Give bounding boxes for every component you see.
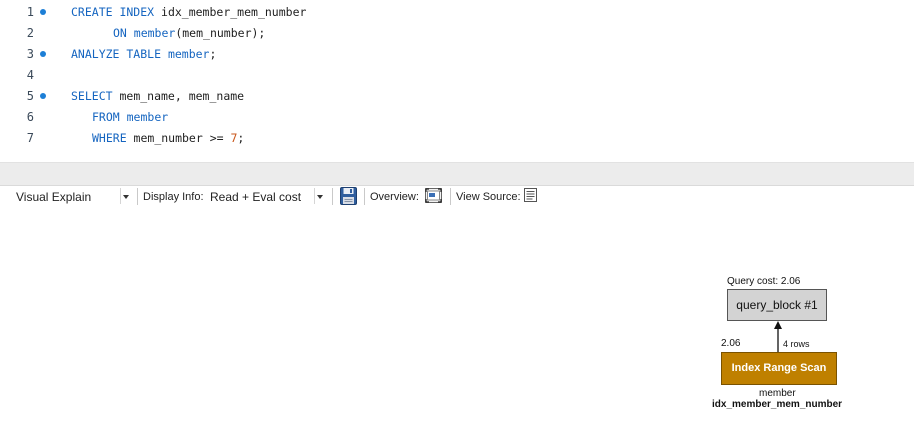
sql-keyword: ON: [113, 26, 134, 40]
code-text: SELECT mem_name, mem_name: [71, 86, 244, 107]
display-info-label: Display Info:: [143, 191, 204, 203]
code-line-3[interactable]: 3 ANALYZE TABLE member;: [0, 44, 914, 65]
view-mode-select[interactable]: Visual Explain: [16, 189, 91, 205]
sql-keyword: member: [133, 26, 176, 40]
line-number: 5: [26, 89, 34, 103]
sql-keyword: FROM: [92, 110, 127, 124]
line-number: 3: [26, 47, 34, 61]
code-text: ON member(mem_number);: [113, 23, 265, 44]
code-line-7[interactable]: 7 WHERE mem_number >= 7;: [0, 128, 914, 149]
edge-cost-label: 2.06: [721, 338, 741, 349]
toolbar-separator: [137, 188, 138, 205]
code-text: FROM member: [92, 107, 168, 128]
sql-keyword: CREATE INDEX: [71, 5, 162, 19]
overview-icon[interactable]: [425, 188, 442, 206]
line-number: 2: [26, 26, 34, 40]
edge-rows-label: 4 rows: [783, 339, 810, 349]
toolbar-separator: [450, 188, 451, 205]
line-number: 4: [26, 68, 34, 82]
overview-label: Overview:: [370, 191, 419, 203]
line-number: 1: [26, 5, 34, 19]
code-text: WHERE mem_number >= 7;: [92, 128, 244, 149]
display-info-select[interactable]: Read + Eval cost: [210, 189, 301, 205]
toolbar-separator: [332, 188, 333, 205]
code-line-6[interactable]: 6 FROM member: [0, 107, 914, 128]
statement-marker-icon: [40, 93, 46, 99]
sql-text: mem_name, mem_name: [119, 89, 245, 103]
toolbar-separator: [364, 188, 365, 205]
chevron-down-icon: [317, 195, 323, 199]
sql-text: ;: [237, 131, 245, 145]
sql-editor[interactable]: 1 CREATE INDEX idx_member_mem_number 2 O…: [0, 0, 914, 162]
view-source-icon[interactable]: [524, 188, 537, 205]
code-line-5[interactable]: 5 SELECT mem_name, mem_name: [0, 86, 914, 107]
index-name-label: idx_member_mem_number: [712, 399, 843, 410]
sql-keyword: WHERE: [92, 131, 134, 145]
line-number: 7: [26, 131, 34, 145]
sql-keyword: member: [167, 47, 210, 61]
code-line-1[interactable]: 1 CREATE INDEX idx_member_mem_number: [0, 2, 914, 23]
code-text: CREATE INDEX idx_member_mem_number: [71, 2, 306, 23]
code-line-2[interactable]: 2 ON member(mem_number);: [0, 23, 914, 44]
index-range-scan-node[interactable]: Index Range Scan: [721, 352, 837, 385]
chevron-down-icon: [123, 195, 129, 199]
code-text: ANALYZE TABLE member;: [71, 44, 216, 65]
query-cost-label: Query cost: 2.06: [727, 276, 801, 287]
sql-text: idx_member_mem_number: [161, 5, 307, 19]
explain-toolbar: Visual Explain Display Info: Read + Eval…: [0, 185, 914, 209]
sql-keyword: member: [126, 110, 169, 124]
statement-marker-icon: [40, 51, 46, 57]
sql-keyword: SELECT: [71, 89, 120, 103]
pane-splitter[interactable]: [0, 162, 914, 186]
statement-marker-icon: [40, 9, 46, 15]
code-line-4[interactable]: 4: [0, 65, 914, 86]
sql-text: mem_number >=: [133, 131, 231, 145]
table-name-label: member: [759, 388, 796, 399]
sql-text: (mem_number);: [175, 26, 266, 40]
sql-text: ;: [209, 47, 217, 61]
line-number: 6: [26, 110, 34, 124]
query-block-node[interactable]: query_block #1: [727, 289, 827, 321]
view-source-label: View Source:: [456, 191, 521, 203]
save-icon[interactable]: [340, 187, 357, 208]
sql-keyword: ANALYZE TABLE: [71, 47, 168, 61]
